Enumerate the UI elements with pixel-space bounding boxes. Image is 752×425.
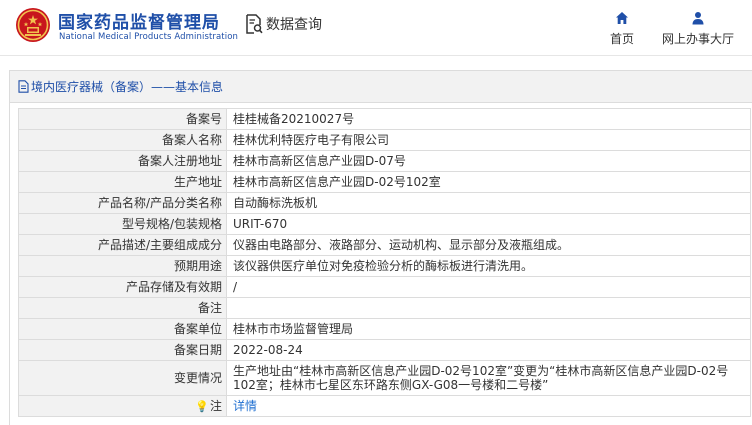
row-value-cell: 详情	[226, 395, 751, 417]
row-value: 该仪器供医疗单位对免疫检验分析的酶标板进行清洗用。	[226, 255, 751, 277]
data-query-link[interactable]: 数据查询	[245, 14, 322, 34]
row-label: 产品描述/主要组成成分	[18, 234, 227, 256]
row-value: /	[226, 276, 751, 298]
row-value: 桂林市高新区信息产业园D-02号102室	[226, 171, 751, 193]
row-label: 备案号	[18, 108, 227, 130]
row-value: 仪器由电路部分、液路部分、运动机构、显示部分及液瓶组成。	[226, 234, 751, 256]
table-row: 备案日期 2022-08-24	[18, 339, 751, 361]
panel-header: 境内医疗器械（备案）——基本信息	[10, 71, 752, 103]
table-row: 备案人注册地址 桂林市高新区信息产业园D-07号	[18, 150, 751, 172]
table-row: 型号规格/包装规格 URIT-670	[18, 213, 751, 235]
note-label-cell: 💡注	[18, 395, 227, 417]
row-label: 备案日期	[18, 339, 227, 361]
table-row: 预期用途 该仪器供医疗单位对免疫检验分析的酶标板进行清洗用。	[18, 255, 751, 277]
row-label: 变更情况	[18, 360, 227, 396]
nav-online-service-hall-label: 网上办事大厅	[661, 32, 734, 46]
row-value: 2022-08-24	[226, 339, 751, 361]
row-value: 桂林优利特医疗电子有限公司	[226, 129, 751, 151]
nav-online-service-hall[interactable]: 网上办事大厅	[659, 11, 737, 47]
site-header: 国家药品监督管理局 National Medical Products Admi…	[0, 0, 752, 52]
panel-title: 境内医疗器械（备案）——基本信息	[31, 80, 224, 94]
row-value: 自动酶标洗板机	[226, 192, 751, 214]
details-link[interactable]: 详情	[233, 399, 257, 413]
user-icon	[692, 12, 704, 25]
row-label: 生产地址	[18, 171, 227, 193]
document-search-icon	[246, 14, 263, 34]
brand-name[interactable]: 国家药品监督管理局	[58, 8, 220, 33]
basic-info-panel: 境内医疗器械（备案）——基本信息 备案号 桂桂械备20210027号 备案人名称…	[9, 70, 752, 425]
row-value: URIT-670	[226, 213, 751, 235]
row-label: 备注	[18, 297, 227, 319]
info-table-wrapper: 备案号 桂桂械备20210027号 备案人名称 桂林优利特医疗电子有限公司 备案…	[18, 108, 751, 417]
row-value: 桂林市市场监督管理局	[226, 318, 751, 340]
national-emblem-icon[interactable]	[15, 7, 51, 43]
row-label: 注	[209, 398, 222, 413]
row-value: 生产地址由“桂林市高新区信息产业园D-02号102室”变更为“桂林市高新区信息产…	[226, 360, 751, 396]
row-label: 产品存储及有效期	[18, 276, 227, 298]
row-label: 产品名称/产品分类名称	[18, 192, 227, 214]
table-row: 变更情况 生产地址由“桂林市高新区信息产业园D-02号102室”变更为“桂林市高…	[18, 360, 751, 396]
row-label: 备案人名称	[18, 129, 227, 151]
table-row: 产品存储及有效期 /	[18, 276, 751, 298]
header-divider	[0, 55, 752, 56]
table-row: 产品名称/产品分类名称 自动酶标洗板机	[18, 192, 751, 214]
row-value: 桂林市高新区信息产业园D-07号	[226, 150, 751, 172]
home-icon	[616, 12, 628, 24]
lightbulb-icon: 💡	[195, 399, 209, 413]
row-label: 预期用途	[18, 255, 227, 277]
row-value: 桂桂械备20210027号	[226, 108, 751, 130]
document-icon	[18, 80, 29, 93]
table-row: 备案号 桂桂械备20210027号	[18, 108, 751, 130]
info-table: 备案号 桂桂械备20210027号 备案人名称 桂林优利特医疗电子有限公司 备案…	[18, 108, 751, 417]
row-label: 型号规格/包装规格	[18, 213, 227, 235]
table-row: 💡注 详情	[18, 395, 751, 417]
table-row: 备注	[18, 297, 751, 319]
table-row: 备案人名称 桂林优利特医疗电子有限公司	[18, 129, 751, 151]
brand-name-english[interactable]: National Medical Products Administration	[59, 32, 238, 42]
row-label: 备案单位	[18, 318, 227, 340]
table-row: 备案单位 桂林市市场监督管理局	[18, 318, 751, 340]
nav-home-label: 首页	[609, 32, 634, 46]
table-row: 产品描述/主要组成成分 仪器由电路部分、液路部分、运动机构、显示部分及液瓶组成。	[18, 234, 751, 256]
data-query-label: 数据查询	[266, 17, 322, 33]
table-row: 生产地址 桂林市高新区信息产业园D-02号102室	[18, 171, 751, 193]
nav-home[interactable]: 首页	[607, 11, 637, 47]
row-label: 备案人注册地址	[18, 150, 227, 172]
row-value	[226, 297, 751, 319]
